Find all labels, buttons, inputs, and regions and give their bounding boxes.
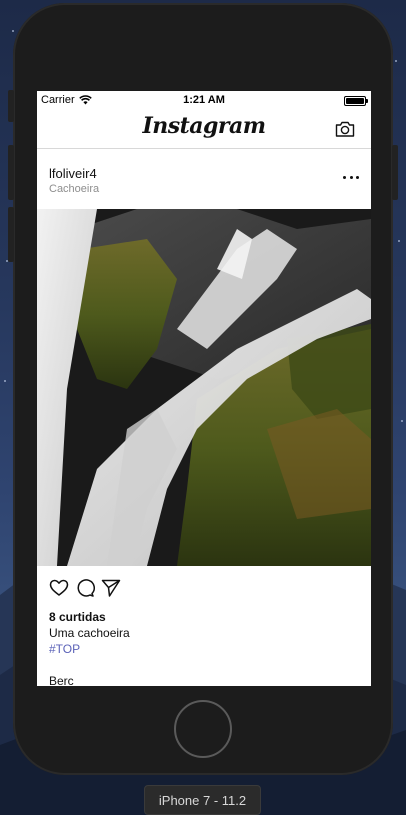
power-button bbox=[392, 145, 398, 200]
home-button[interactable] bbox=[174, 700, 232, 758]
status-time: 1:21 AM bbox=[183, 94, 225, 106]
nav-bar: Instagram bbox=[37, 111, 371, 149]
share-icon[interactable] bbox=[101, 578, 121, 598]
post-caption: Uma cachoeira bbox=[49, 626, 130, 640]
next-post-text: Berc bbox=[49, 674, 74, 686]
app-screen: Carrier 1:21 AM Instagram lfoliveir4 Cac… bbox=[37, 91, 371, 686]
mute-switch bbox=[8, 90, 14, 122]
likes-count[interactable]: 8 curtidas bbox=[49, 610, 106, 624]
heart-icon[interactable] bbox=[49, 578, 69, 598]
simulator-device-label: iPhone 7 - 11.2 bbox=[144, 785, 261, 815]
battery-icon bbox=[344, 96, 368, 106]
comment-icon[interactable] bbox=[75, 578, 95, 598]
post-actions bbox=[49, 578, 121, 598]
post-hashtag[interactable]: #TOP bbox=[49, 642, 80, 656]
ellipsis-icon[interactable] bbox=[343, 175, 359, 181]
waterfall-photo[interactable] bbox=[37, 209, 371, 566]
post-location[interactable]: Cachoeira bbox=[49, 183, 99, 195]
instagram-logo: Instagram bbox=[142, 113, 266, 139]
post-header: lfoliveir4 Cachoeira bbox=[37, 149, 371, 209]
volume-up-button bbox=[8, 145, 14, 200]
status-bar: Carrier 1:21 AM bbox=[37, 91, 371, 111]
volume-down-button bbox=[8, 207, 14, 262]
camera-icon[interactable] bbox=[335, 120, 355, 138]
post-username[interactable]: lfoliveir4 bbox=[49, 166, 97, 181]
